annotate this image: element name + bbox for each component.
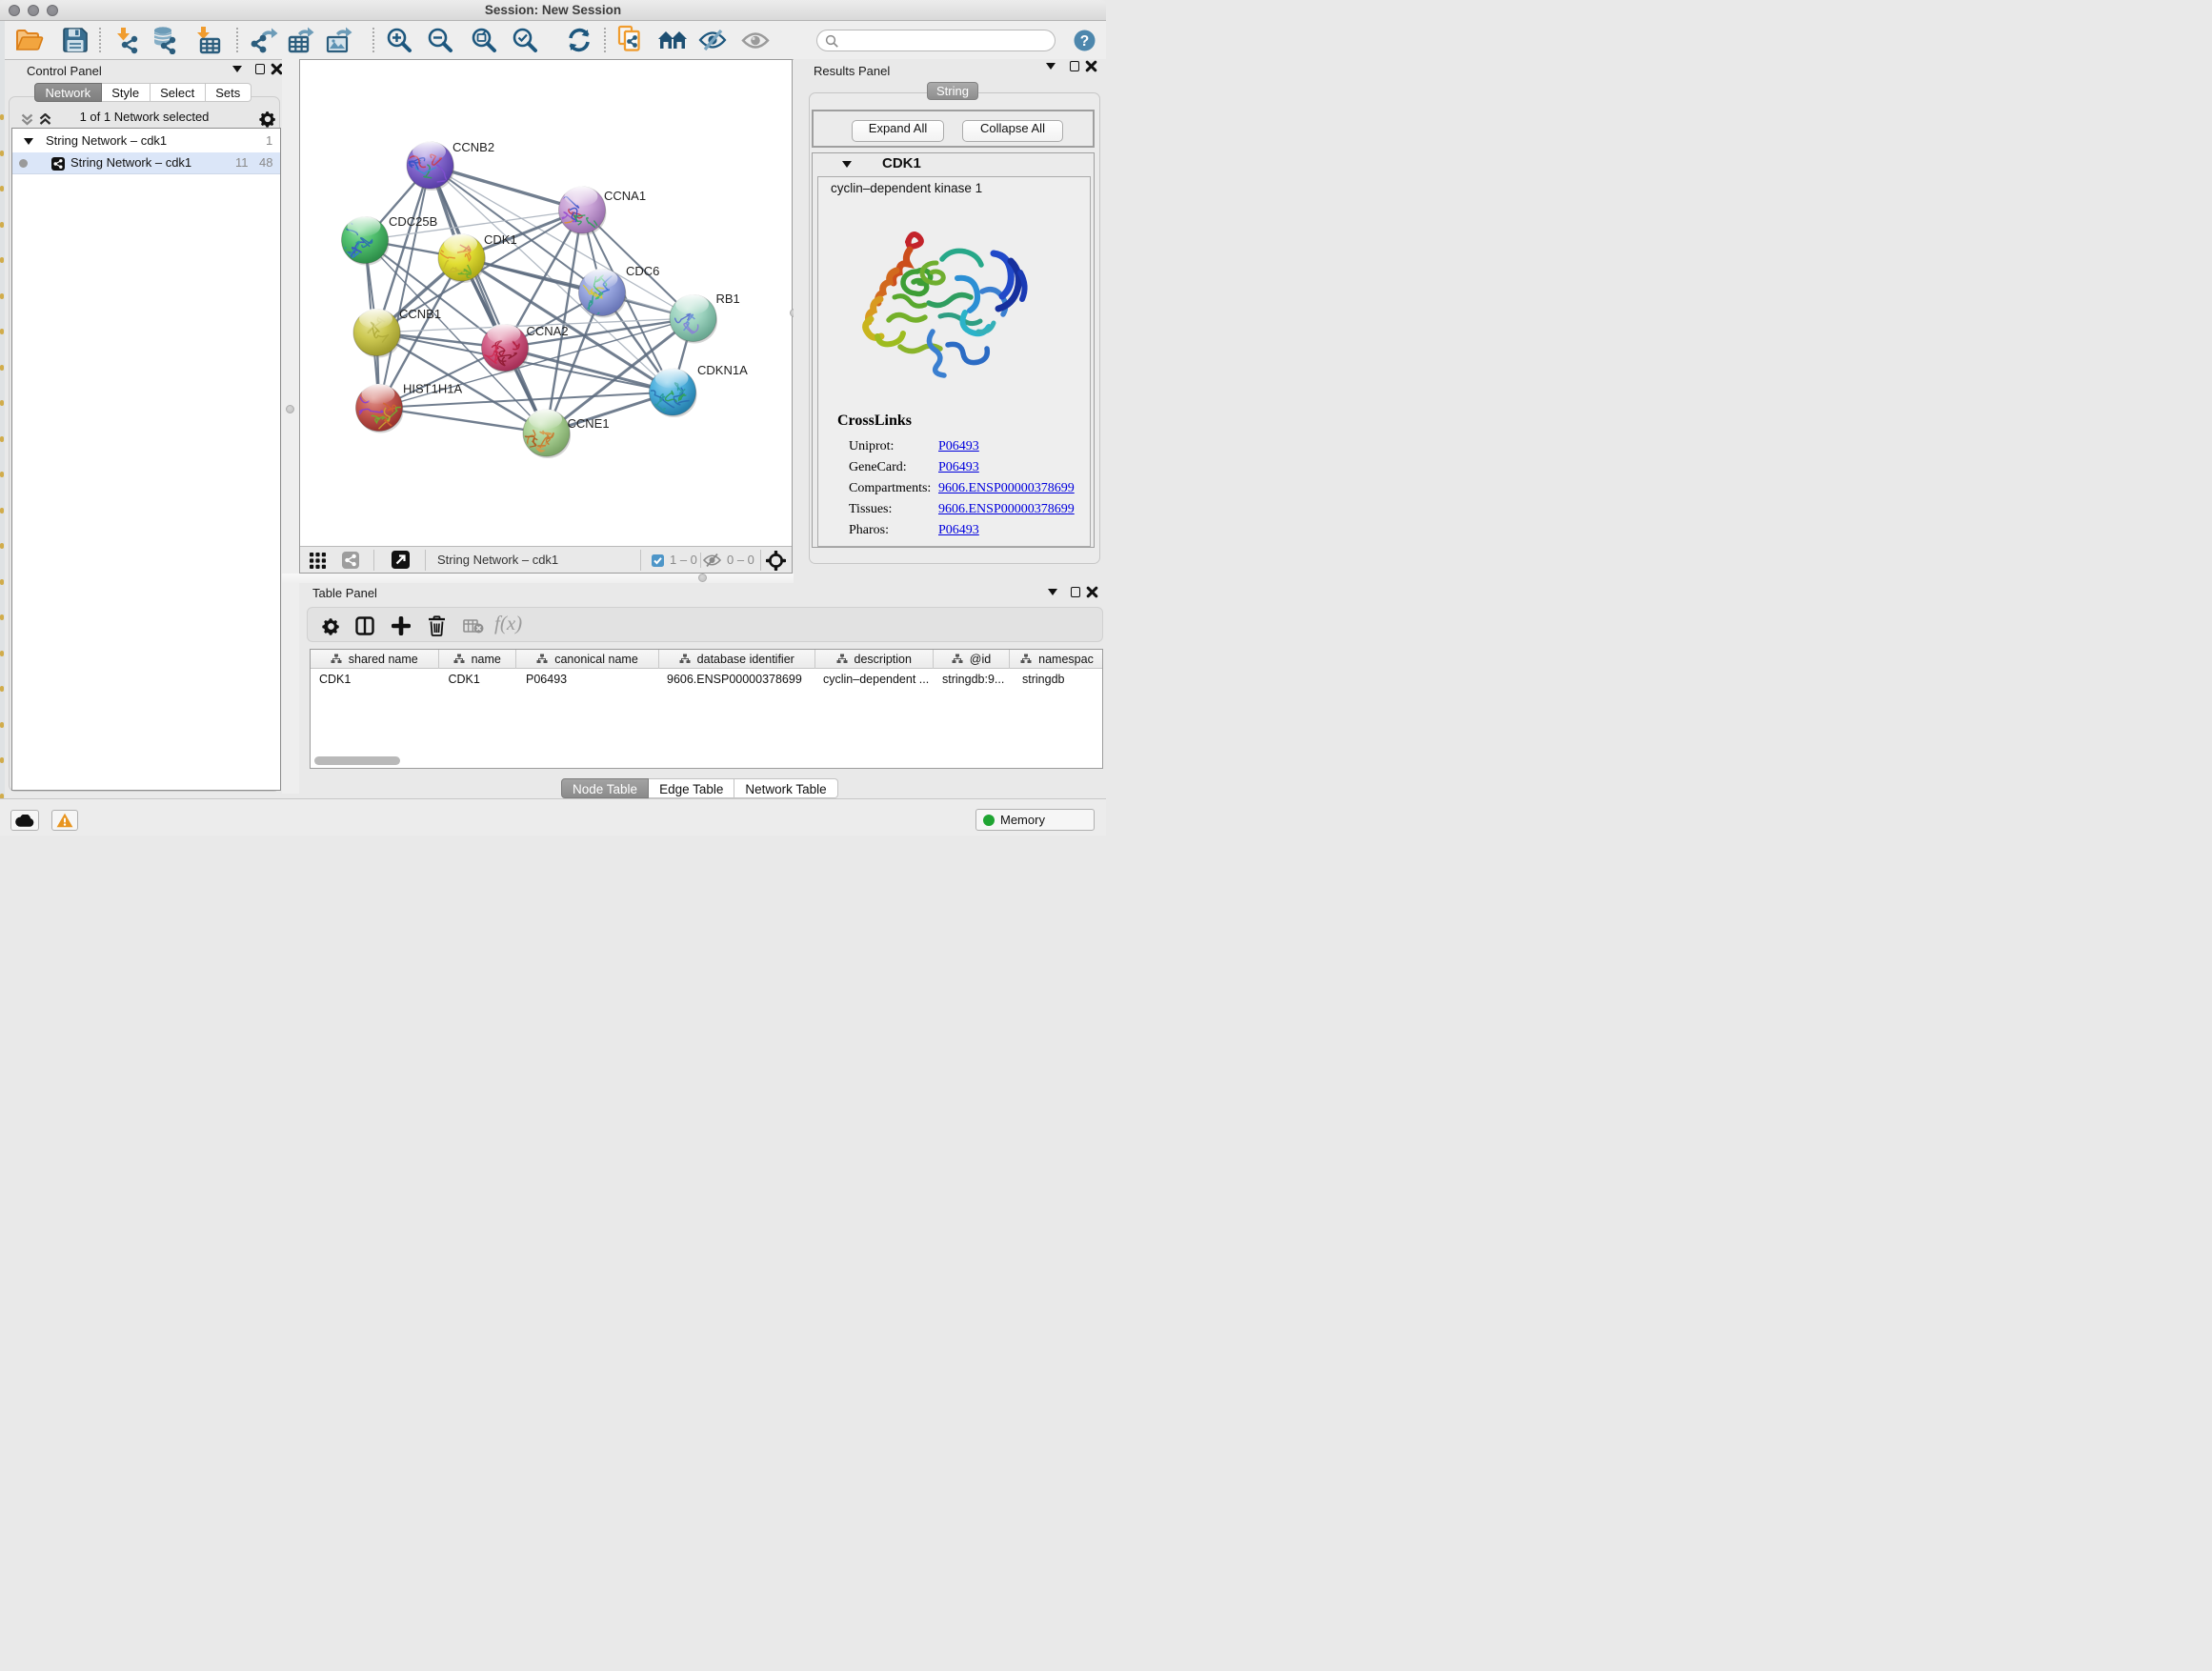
svg-text:CCNA2: CCNA2 (527, 324, 569, 338)
svg-text:CCNB2: CCNB2 (452, 140, 494, 154)
svg-text:HIST1H1A: HIST1H1A (403, 382, 462, 396)
svg-text:CDC25B: CDC25B (389, 214, 437, 229)
svg-text:CCNE1: CCNE1 (568, 416, 610, 431)
svg-text:?: ? (1080, 33, 1089, 50)
svg-text:CCNB1: CCNB1 (399, 307, 441, 321)
svg-text:CCNA1: CCNA1 (604, 189, 646, 203)
svg-text:RB1: RB1 (716, 292, 740, 306)
svg-text:CDK1: CDK1 (484, 232, 517, 247)
svg-text:CDKN1A: CDKN1A (697, 363, 748, 377)
svg-text:CDC6: CDC6 (626, 264, 659, 278)
